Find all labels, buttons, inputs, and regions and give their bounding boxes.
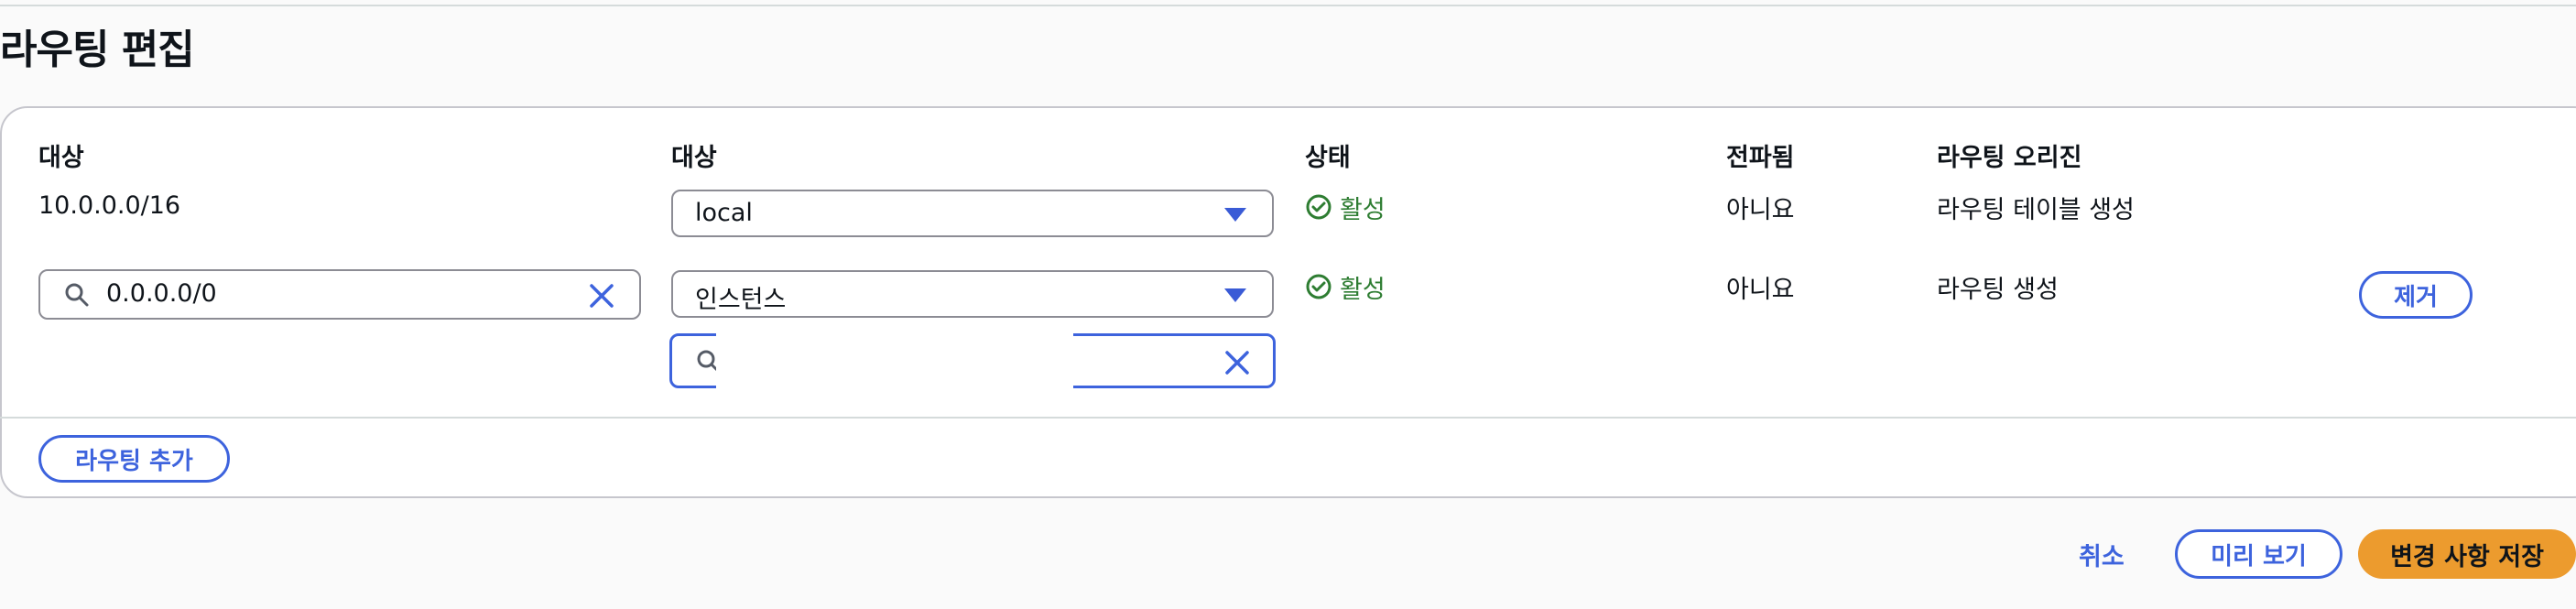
caret-down-icon [1224, 208, 1246, 222]
route-edit-page: 라우팅 편집 대상 대상 상태 전파됨 라우팅 오리진 10.0.0.0/16 … [0, 0, 2576, 609]
close-icon[interactable] [1222, 347, 1253, 378]
row2-route-origin: 라우팅 생성 [1937, 276, 2059, 304]
column-header-route-origin: 라우팅 오리진 [1937, 144, 2082, 172]
caret-down-icon [1224, 288, 1246, 302]
save-changes-button[interactable]: 변경 사항 저장 [2358, 529, 2576, 579]
column-header-status: 상태 [1305, 144, 1351, 172]
column-header-target: 대상 [671, 144, 717, 172]
cancel-button[interactable]: 취소 [2079, 537, 2125, 572]
row2-status-label: 활성 [1340, 276, 1386, 304]
search-icon [65, 283, 89, 307]
row2-destination-value: 0.0.0.0/0 [106, 279, 217, 308]
column-header-destination: 대상 [38, 144, 84, 172]
remove-route-button[interactable]: 제거 [2359, 271, 2473, 319]
check-circle-icon [1306, 274, 1331, 299]
check-circle-icon [1306, 194, 1331, 220]
close-icon[interactable] [586, 280, 617, 311]
panel-divider [0, 417, 2576, 419]
row1-status-label: 활성 [1340, 196, 1386, 224]
row2-destination-input[interactable]: 0.0.0.0/0 [38, 269, 641, 320]
row1-route-origin: 라우팅 테이블 생성 [1937, 196, 2135, 224]
row2-target-value: 인스턴스 [695, 286, 787, 314]
add-route-button[interactable]: 라우팅 추가 [38, 435, 230, 483]
row1-destination: 10.0.0.0/16 [38, 191, 181, 220]
redacted-dropdown-area [716, 330, 1073, 476]
top-divider [0, 5, 2576, 6]
row1-target-select[interactable]: local [671, 190, 1274, 237]
preview-button[interactable]: 미리 보기 [2175, 529, 2342, 579]
row1-target-value: local [695, 199, 753, 227]
page-title: 라우팅 편집 [0, 27, 195, 73]
column-header-propagated: 전파됨 [1726, 144, 1795, 172]
row1-propagated: 아니요 [1726, 196, 1795, 224]
row2-target-select[interactable]: 인스턴스 [671, 270, 1274, 318]
row2-propagated: 아니요 [1726, 276, 1795, 304]
